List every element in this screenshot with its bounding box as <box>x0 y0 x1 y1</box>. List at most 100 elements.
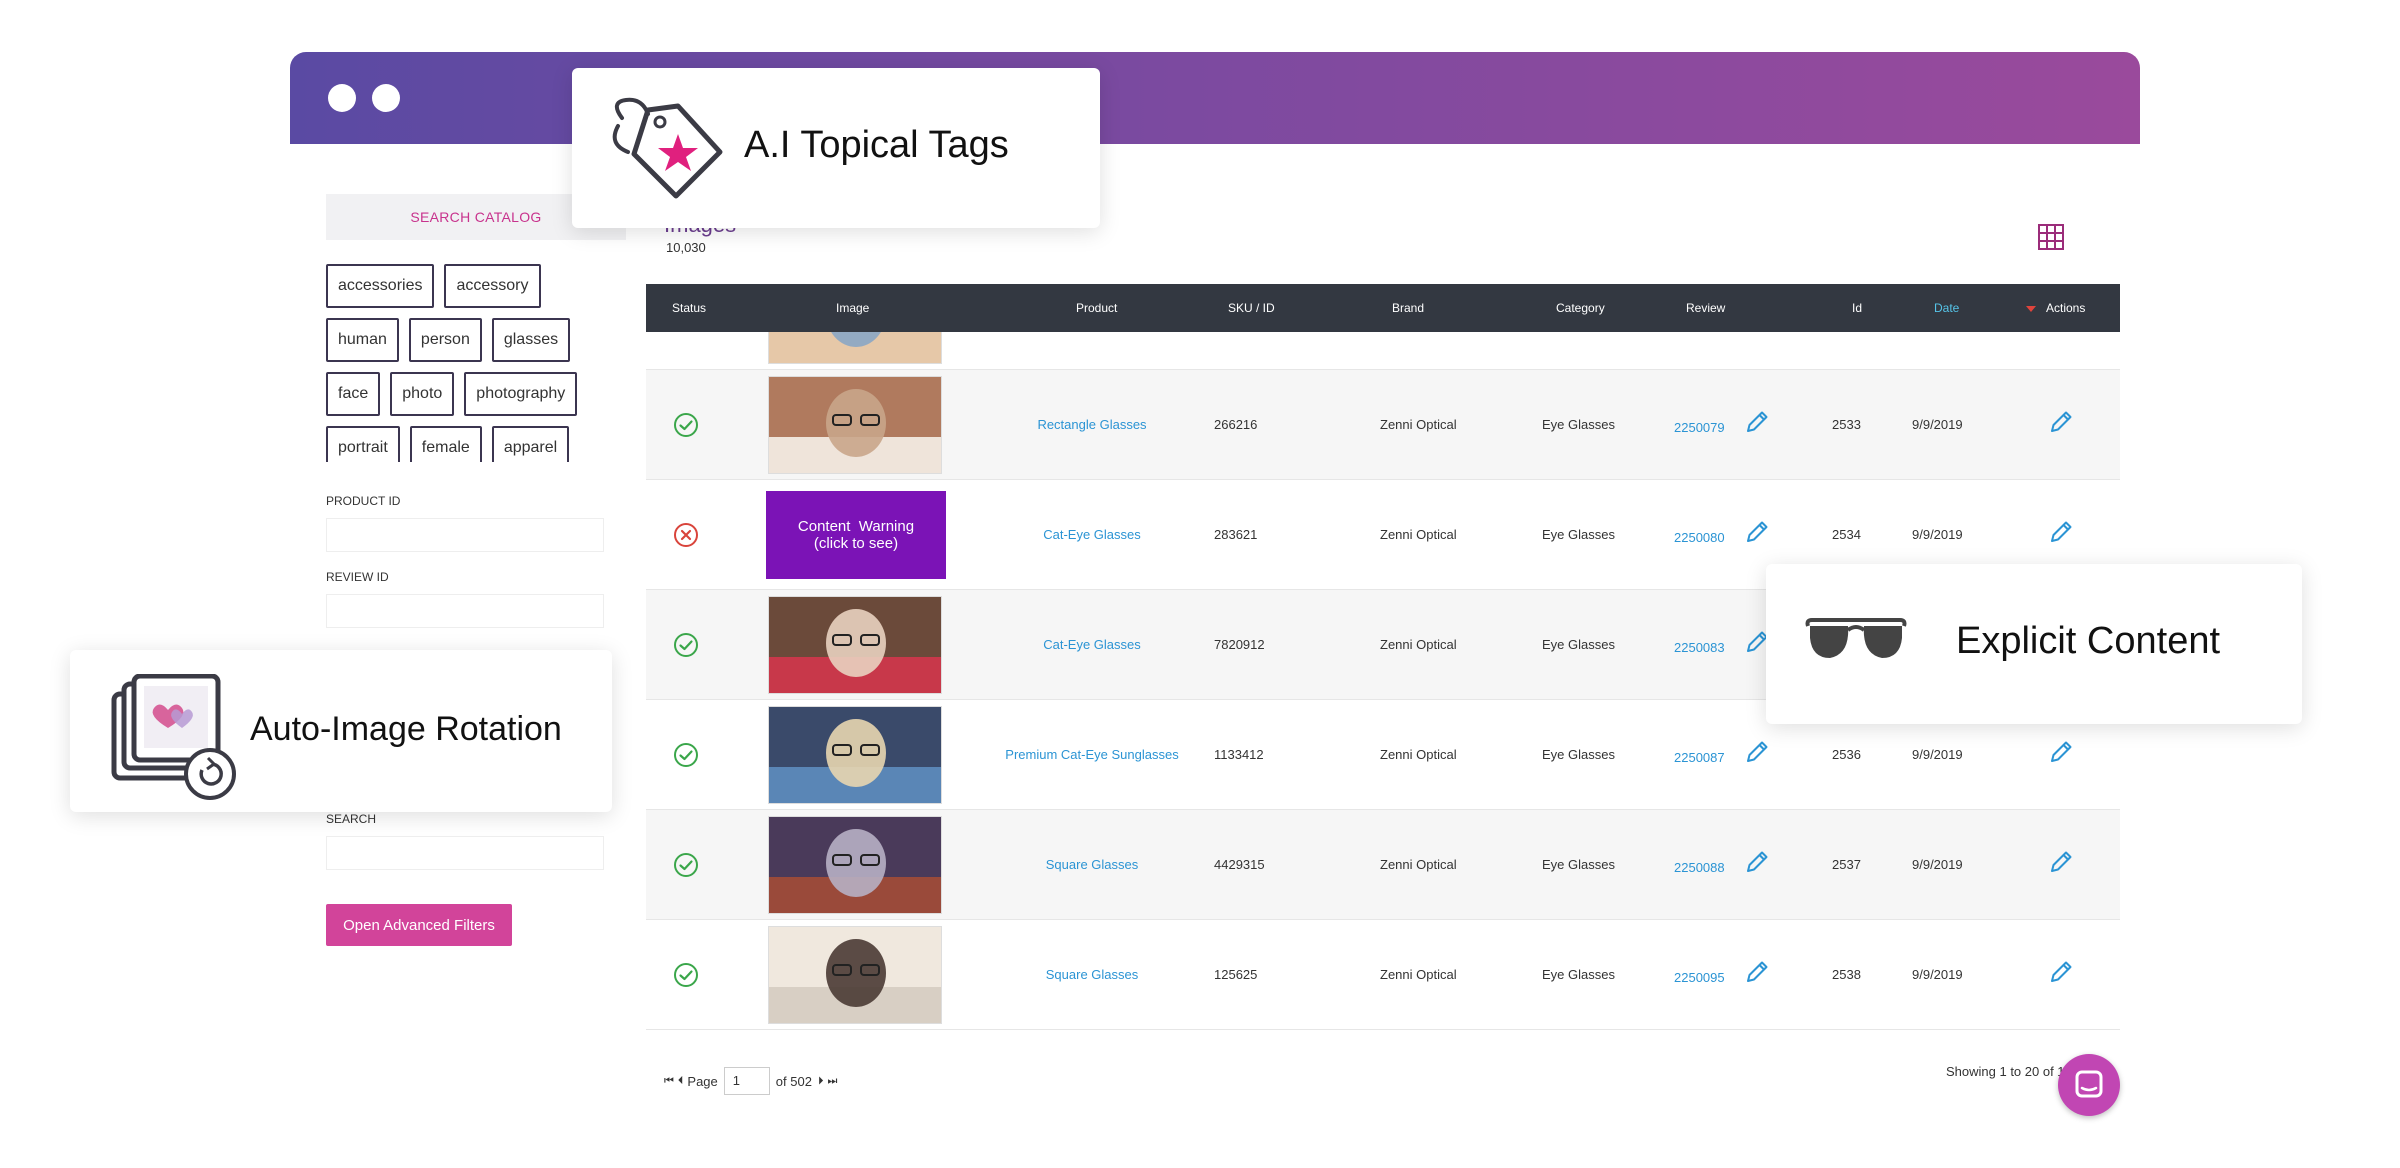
tag-row: human person glasses <box>326 318 580 362</box>
tag-female[interactable]: female <box>409 426 482 462</box>
search-input[interactable] <box>326 836 604 870</box>
col-status[interactable]: Status <box>672 284 706 332</box>
edit-review-pencil-icon[interactable] <box>1744 409 1770 435</box>
chat-icon[interactable] <box>2058 1054 2120 1116</box>
sku-cell: 1133412 <box>1214 747 1264 762</box>
tag-accessory[interactable]: accessory <box>444 264 541 308</box>
table-row[interactable]: Square Glasses 4429315 Zenni Optical Eye Gl… <box>646 810 2120 920</box>
review-link[interactable]: 2250079 <box>1674 420 1725 435</box>
check-circle-icon[interactable] <box>673 962 699 988</box>
col-sku[interactable]: SKU / ID <box>1228 284 1275 332</box>
tag-photo[interactable]: photo <box>390 372 455 416</box>
edit-review-pencil-icon[interactable] <box>1744 739 1770 765</box>
page-total: of 502 <box>775 1073 812 1089</box>
sku-cell: 7820912 <box>1214 637 1265 652</box>
product-link[interactable]: Square Glasses <box>1046 857 1139 872</box>
tag-row: accessories accessory <box>326 264 551 308</box>
check-circle-icon[interactable] <box>673 742 699 768</box>
review-link[interactable]: 2250080 <box>1674 530 1725 545</box>
product-photo[interactable] <box>768 706 942 804</box>
x-circle-icon[interactable] <box>673 522 699 548</box>
content-warning-text: (click to see) <box>813 535 899 552</box>
content-warning-text: Content Warning <box>797 517 915 535</box>
sort-desc-icon[interactable] <box>2026 306 2036 312</box>
tag-human[interactable]: human <box>326 318 399 362</box>
review-link[interactable]: 2250088 <box>1674 860 1725 875</box>
product-link[interactable]: Square Glasses <box>1046 967 1139 982</box>
edit-row-pencil-icon[interactable] <box>2048 959 2074 985</box>
product-link[interactable]: Cat-Eye Glasses <box>1043 527 1141 542</box>
callout-explicit-content: Explicit Content <box>1766 564 2302 724</box>
col-brand[interactable]: Brand <box>1392 284 1424 332</box>
prev-page-icon[interactable]: ⏴ <box>678 1075 684 1088</box>
col-review[interactable]: Review <box>1686 284 1725 332</box>
window-title-bar <box>290 52 2140 144</box>
brand-cell: Zenni Optical <box>1380 527 1457 542</box>
sku-cell: 283621 <box>1214 527 1258 542</box>
content-warning-overlay[interactable]: Content Warning (click to see) <box>766 491 946 579</box>
tag-cloud: accessories accessory human person glass… <box>326 264 626 462</box>
first-page-icon[interactable]: ⏮ <box>664 1075 674 1088</box>
review-link[interactable]: 2250095 <box>1674 970 1725 985</box>
category-cell: Eye Glasses <box>1542 417 1615 432</box>
brand-cell: Zenni Optical <box>1380 747 1457 762</box>
col-actions: Actions <box>2046 301 2086 315</box>
product-id-label: PRODUCT ID <box>326 494 401 508</box>
edit-row-pencil-icon[interactable] <box>2048 409 2074 435</box>
product-id-input[interactable] <box>326 518 604 552</box>
tag-person[interactable]: person <box>408 318 482 362</box>
table-row[interactable]: Rectangle Glasses 266216 Zenni Optical Eye … <box>646 370 2120 480</box>
edit-review-pencil-icon[interactable] <box>1744 519 1770 545</box>
window-dot-minimize[interactable] <box>372 84 400 112</box>
tag-accessories[interactable]: accessories <box>326 264 435 308</box>
col-product[interactable]: Product <box>1076 284 1117 332</box>
brand-cell: Zenni Optical <box>1380 637 1457 652</box>
showing-count: Showing 1 to 20 of 10,030 <box>1946 1064 2066 1079</box>
product-link[interactable]: Cat-Eye Glasses <box>1043 637 1141 652</box>
brand-cell: Zenni Optical <box>1380 967 1457 982</box>
check-circle-icon[interactable] <box>673 632 699 658</box>
col-image[interactable]: Image <box>836 284 869 332</box>
col-id[interactable]: Id <box>1852 284 1862 332</box>
product-link[interactable]: Rectangle Glasses <box>1037 417 1146 432</box>
date-cell: 9/9/2019 <box>1912 857 1963 872</box>
review-link[interactable]: 2250087 <box>1674 750 1725 765</box>
review-link[interactable]: 2250083 <box>1674 640 1725 655</box>
product-link[interactable]: Premium Cat-Eye Sunglasses <box>1005 747 1178 762</box>
check-circle-icon[interactable] <box>673 852 699 878</box>
pagination: ⏮ ⏴ Page 1 of 502 ⏵ ⏭ <box>664 1066 841 1096</box>
product-photo[interactable] <box>768 596 942 694</box>
tag-portrait[interactable]: portrait <box>326 426 400 462</box>
window-dot-close[interactable] <box>328 84 356 112</box>
tag-photography[interactable]: photography <box>464 372 578 416</box>
edit-row-pencil-icon[interactable] <box>2048 519 2074 545</box>
product-photo[interactable] <box>768 376 942 474</box>
col-category[interactable]: Category <box>1556 284 1605 332</box>
table-row[interactable]: Rectangle Glasses255921Zenni OpticalEye … <box>646 332 2120 370</box>
page-number-input[interactable]: 1 <box>723 1067 770 1095</box>
check-circle-icon[interactable] <box>673 412 699 438</box>
id-cell: 2536 <box>1832 747 1861 762</box>
tag-icon <box>612 97 723 199</box>
edit-review-pencil-icon[interactable] <box>1744 849 1770 875</box>
edit-row-pencil-icon[interactable] <box>2048 739 2074 765</box>
product-photo[interactable] <box>768 332 942 364</box>
product-photo[interactable] <box>768 816 942 914</box>
callout-auto-image-rotation: Auto-Image Rotation <box>70 650 612 812</box>
product-photo[interactable] <box>768 926 942 1024</box>
grid-icon[interactable] <box>2038 224 2064 250</box>
review-id-input[interactable] <box>326 594 604 628</box>
tag-face[interactable]: face <box>326 372 381 416</box>
marketing-stage: SEARCH CATALOG accessories accessory hum… <box>0 0 2400 1168</box>
col-date[interactable]: Date <box>1934 284 1959 332</box>
edit-review-pencil-icon[interactable] <box>1744 959 1770 985</box>
search-label: SEARCH <box>326 812 377 826</box>
open-advanced-filters-button[interactable]: Open Advanced Filters <box>326 904 512 946</box>
edit-row-pencil-icon[interactable] <box>2048 849 2074 875</box>
last-page-icon[interactable]: ⏭ <box>827 1075 837 1088</box>
table-row[interactable]: Square Glasses 125625 Zenni Optical Eye Gla… <box>646 920 2120 1030</box>
tag-apparel[interactable]: apparel <box>491 426 570 462</box>
tag-glasses[interactable]: glasses <box>491 318 571 362</box>
image-count: 10,030 <box>666 240 706 255</box>
next-page-icon[interactable]: ⏵ <box>818 1075 824 1088</box>
